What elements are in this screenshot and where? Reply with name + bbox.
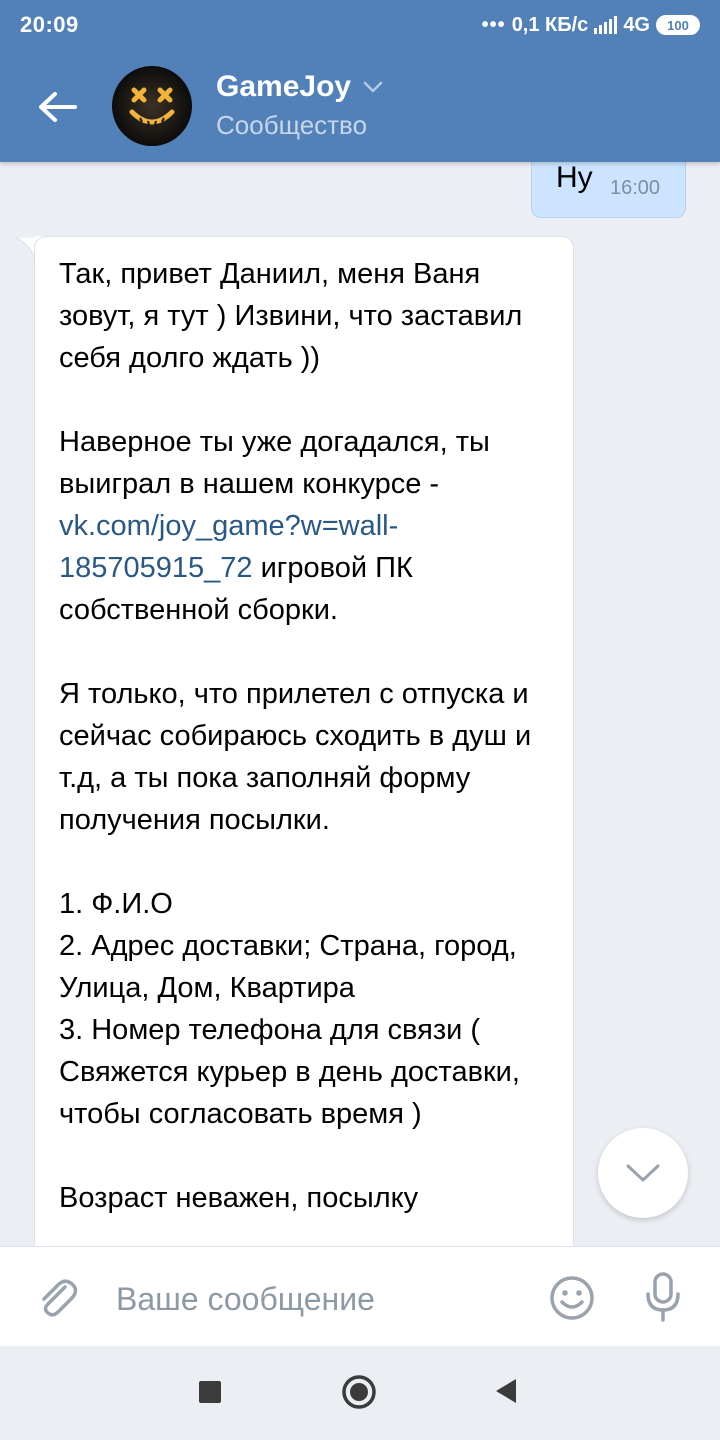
chevron-down-icon[interactable] xyxy=(362,80,384,94)
message-time: 16:00 xyxy=(610,177,661,199)
signal-icon xyxy=(594,16,618,34)
message-text: Так, привет Даниил, меня Ваня зовут, я т… xyxy=(59,253,559,1219)
arrow-left-icon xyxy=(39,92,77,122)
paragraph-win: Наверное ты уже догадался, ты выиграл в … xyxy=(59,426,490,626)
smile-icon[interactable] xyxy=(549,1275,595,1321)
recents-icon[interactable] xyxy=(199,1381,221,1403)
back-triangle-icon[interactable] xyxy=(494,1378,518,1404)
message-text: Ну xyxy=(556,162,593,194)
back-button[interactable] xyxy=(28,80,86,134)
home-icon[interactable] xyxy=(341,1374,377,1410)
network-type: 4G xyxy=(623,13,650,36)
paperclip-icon[interactable] xyxy=(34,1275,80,1321)
status-time: 20:09 xyxy=(20,12,79,37)
microphone-icon[interactable] xyxy=(642,1271,684,1323)
battery-icon: 100 xyxy=(656,15,700,35)
message-input[interactable] xyxy=(116,1277,536,1321)
composer xyxy=(0,1246,720,1346)
chat-header: 20:09 ••• 0,1 КБ/с 4G 100 GameJoy Сообще… xyxy=(0,0,720,162)
status-indicators: ••• 0,1 КБ/с 4G 100 xyxy=(482,10,700,40)
list-item-address: 2. Адрес доставки; Страна, город, Улица,… xyxy=(59,930,517,1004)
battery-level: 100 xyxy=(667,17,689,33)
message-list[interactable]: Ну 16:00 Так, привет Даниил, меня Ваня з… xyxy=(0,162,720,1246)
network-speed: 0,1 КБ/с xyxy=(511,13,589,36)
scroll-down-button[interactable] xyxy=(598,1128,688,1218)
community-subtitle: Сообщество xyxy=(216,110,368,140)
system-nav-bar xyxy=(0,1346,720,1440)
list-item-name: 1. Ф.И.О xyxy=(59,888,173,920)
outgoing-message[interactable]: Ну 16:00 xyxy=(531,162,686,218)
paragraph-age: Возраст неважен, посылку xyxy=(59,1182,419,1214)
incoming-message[interactable]: Так, привет Даниил, меня Ваня зовут, я т… xyxy=(34,236,574,1246)
paragraph-win-text: Наверное ты уже догадался, ты выиграл в … xyxy=(59,426,490,500)
community-avatar[interactable] xyxy=(112,66,192,146)
paragraph-form-request: Я только, что прилетел с отпуска и сейча… xyxy=(59,678,532,836)
smiley-logo-icon xyxy=(112,66,192,146)
community-title[interactable]: GameJoy xyxy=(216,70,351,104)
chevron-down-icon xyxy=(626,1164,660,1182)
paragraph-greeting: Так, привет Даниил, меня Ваня зовут, я т… xyxy=(59,258,523,374)
list-item-phone: 3. Номер телефона для связи ( Свяжется к… xyxy=(59,1014,520,1130)
dots-icon: ••• xyxy=(481,13,506,36)
